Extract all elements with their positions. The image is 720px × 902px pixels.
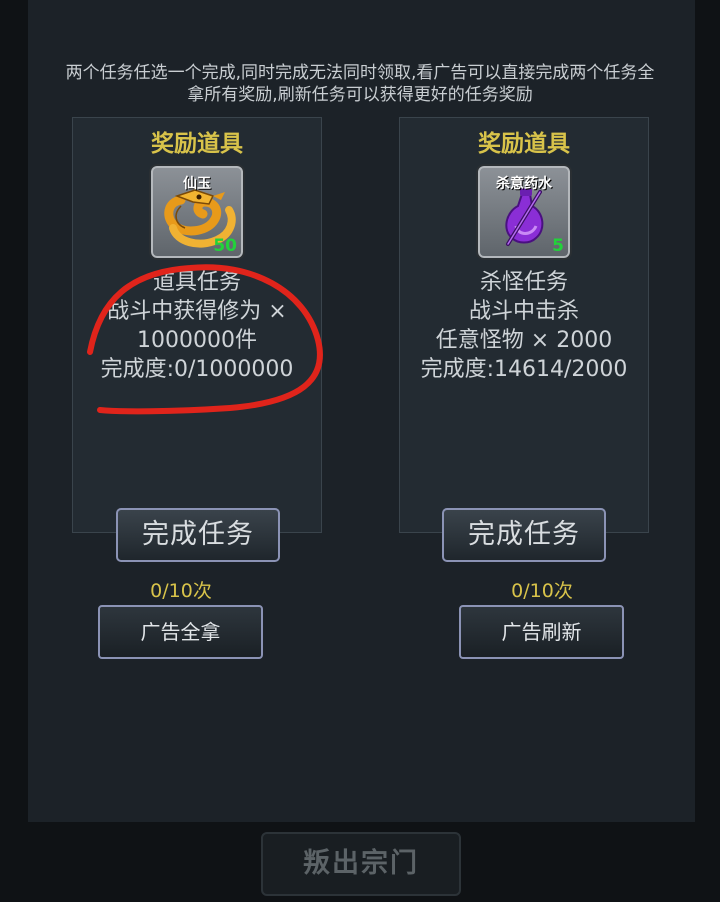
ad-claim-all-button[interactable]: 广告全拿 — [98, 605, 263, 659]
task-requirement: 战斗中获得修为 × — [107, 299, 287, 324]
ad-refresh-button[interactable]: 广告刷新 — [459, 605, 624, 659]
task-card-kill: 奖励道具 杀意药水 5 杀怪任务 战斗中击杀 任意怪物 × 2000 完成度:1… — [399, 117, 649, 533]
ad-counter-right: 0/10次 — [511, 580, 573, 602]
reward-item-slot[interactable]: 杀意药水 5 — [476, 164, 572, 260]
task-card-item: 奖励道具 仙玉 50 道具任务 战斗中获得修为 × 1000000件 完成度:0… — [72, 117, 322, 533]
item-name: 杀意药水 — [496, 176, 552, 192]
item-count: 50 — [213, 236, 237, 256]
task-info: 道具任务 战斗中获得修为 × 1000000件 完成度:0/1000000 — [67, 268, 327, 384]
item-name: 仙玉 — [183, 176, 211, 192]
complete-task-button-left[interactable]: 完成任务 — [116, 508, 280, 562]
task-info: 杀怪任务 战斗中击杀 任意怪物 × 2000 完成度:14614/2000 — [394, 268, 654, 384]
task-type: 道具任务 — [152, 270, 241, 295]
task-requirement-amount: 1000000件 — [137, 328, 257, 353]
task-progress: 完成度:0/1000000 — [100, 357, 294, 382]
task-type: 杀怪任务 — [479, 270, 568, 295]
complete-task-button-right[interactable]: 完成任务 — [442, 508, 606, 562]
task-progress: 完成度:14614/2000 — [420, 357, 628, 382]
reward-title: 奖励道具 — [151, 131, 243, 157]
ad-counter-left: 0/10次 — [150, 580, 212, 602]
task-requirement: 战斗中击杀 — [468, 299, 579, 324]
leave-sect-button[interactable]: 叛出宗门 — [261, 832, 461, 896]
item-count: 5 — [552, 236, 564, 256]
task-requirement-amount: 任意怪物 × 2000 — [435, 328, 613, 353]
reward-item-slot[interactable]: 仙玉 50 — [149, 164, 245, 260]
reward-title: 奖励道具 — [478, 131, 570, 157]
task-description: 两个任务任选一个完成,同时完成无法同时领取,看广告可以直接完成两个任务全拿所有奖… — [65, 63, 655, 105]
